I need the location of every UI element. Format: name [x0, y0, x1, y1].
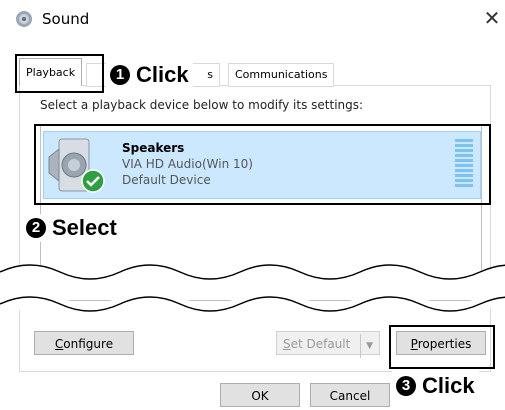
set-default-mnemonic: S	[282, 337, 291, 351]
close-button[interactable]: ✕	[480, 4, 504, 32]
instruction-text: Select a playback device below to modify…	[40, 98, 364, 112]
chevron-down-icon: ▼	[360, 334, 373, 358]
step-1-number: 1	[110, 65, 130, 85]
ok-button[interactable]: OK	[220, 383, 300, 407]
configure-button[interactable]: Configure	[34, 331, 134, 355]
set-default-button: Set Default ▼	[276, 331, 380, 358]
step-3-annotation: 3 Click	[392, 370, 479, 402]
step-3-number: 3	[396, 376, 416, 396]
step-2-number: 2	[26, 218, 46, 238]
set-default-label: et Default	[290, 337, 351, 351]
speaker-icon	[16, 11, 32, 27]
callout-box-device	[34, 124, 491, 205]
tab-recording-label: s	[207, 68, 213, 81]
callout-box-tab	[15, 54, 104, 93]
step-1-text: Click	[136, 62, 189, 87]
wave-break	[0, 264, 505, 312]
tab-communications[interactable]: Communications	[228, 63, 335, 87]
step-1-annotation: 1 Click	[106, 61, 193, 89]
cancel-button[interactable]: Cancel	[310, 383, 390, 407]
step-2-text: Select	[52, 215, 117, 240]
configure-label: onfigure	[63, 337, 114, 351]
window-title: Sound	[42, 10, 90, 28]
step-3-text: Click	[422, 373, 475, 398]
callout-box-properties	[389, 325, 495, 369]
step-2-annotation: 2 Select	[22, 214, 121, 242]
